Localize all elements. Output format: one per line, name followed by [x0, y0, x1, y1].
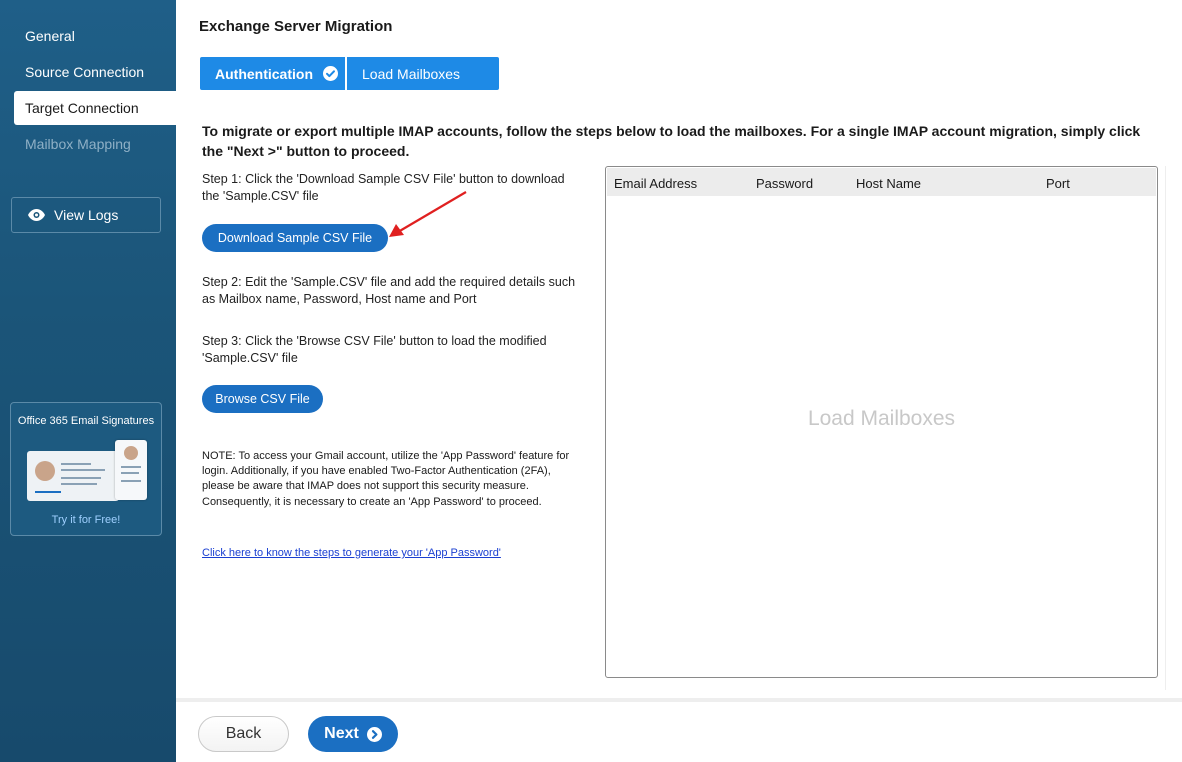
page-title: Exchange Server Migration [199, 18, 393, 35]
back-button-label: Back [225, 725, 262, 742]
sidebar-item-general[interactable]: General [14, 19, 176, 53]
eye-icon [28, 209, 45, 221]
intro-text: To migrate or export multiple IMAP accou… [202, 123, 1141, 159]
mailbox-grid[interactable]: Email Address Password Host Name Port Lo… [605, 166, 1158, 678]
app-password-help-link[interactable]: Click here to know the steps to generate… [202, 547, 501, 559]
view-logs-button[interactable]: View Logs [11, 197, 161, 233]
gmail-note: NOTE: To access your Gmail account, util… [202, 450, 570, 508]
tab-load-mailboxes-label: Load Mailboxes [362, 65, 461, 82]
tab-authentication[interactable]: Authentication [200, 57, 345, 90]
promo-banner[interactable]: Office 365 Email Signatures Try it for F… [10, 402, 162, 536]
sidebar-item-target-connection[interactable]: Target Connection [14, 91, 176, 125]
promo-title: Office 365 Email Signatures [17, 415, 155, 427]
tab-load-mailboxes[interactable]: Load Mailboxes [347, 57, 499, 90]
browse-csv-button[interactable]: Browse CSV File [202, 385, 323, 413]
grid-empty-placeholder: Load Mailboxes [807, 407, 956, 430]
next-button[interactable]: Next [308, 716, 398, 752]
download-sample-csv-button[interactable]: Download Sample CSV File [202, 224, 388, 252]
column-password[interactable]: Password [756, 176, 813, 191]
signature-preview-image [27, 451, 119, 501]
grid-header: Email Address Password Host Name Port [607, 168, 1156, 196]
column-host-name[interactable]: Host Name [856, 176, 921, 191]
check-circle-icon [323, 66, 338, 81]
try-for-free-link[interactable]: Try it for Free! [11, 514, 161, 526]
step-3-text: Step 3: Click the 'Browse CSV File' butt… [202, 334, 547, 365]
signature-mobile-preview [115, 440, 147, 500]
view-logs-label: View Logs [54, 207, 119, 223]
tab-authentication-label: Authentication [215, 65, 313, 82]
sidebar: General Source Connection Target Connect… [0, 0, 176, 762]
column-port[interactable]: Port [1046, 176, 1070, 191]
wizard-tabs: Authentication Load Mailboxes [200, 57, 499, 90]
next-button-label: Next [324, 725, 359, 742]
content-divider [1165, 166, 1166, 690]
column-email-address[interactable]: Email Address [614, 176, 697, 191]
annotation-arrow-icon [389, 191, 467, 237]
chevron-right-circle-icon [366, 726, 382, 742]
sidebar-item-mailbox-mapping: Mailbox Mapping [25, 136, 131, 152]
back-button[interactable]: Back [198, 716, 289, 752]
sidebar-item-source-connection[interactable]: Source Connection [14, 55, 176, 89]
step-2-text: Step 2: Edit the 'Sample.CSV' file and a… [202, 275, 576, 306]
